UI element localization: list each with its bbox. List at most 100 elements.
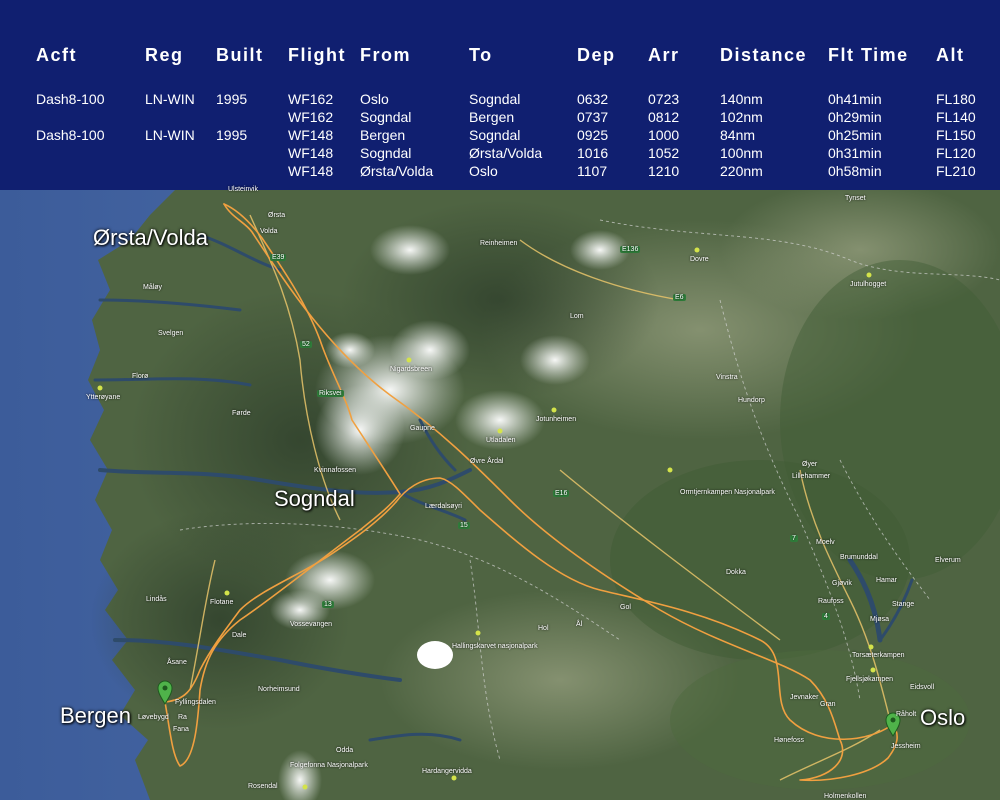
cell-alt: FL150: [936, 127, 976, 143]
cell-from: Ørsta/Volda: [360, 163, 434, 179]
place-label: Lærdalsøyri: [425, 503, 462, 510]
place-label: Rosendal: [248, 783, 278, 790]
place-label: Utladalen: [486, 437, 516, 444]
city-label-bergen: Bergen: [60, 703, 131, 728]
cell-from: Bergen: [360, 127, 406, 143]
road-shield-icon: E16: [553, 490, 570, 497]
place-label: Fana: [173, 726, 189, 733]
cell-acft: Dash8-100: [36, 91, 105, 107]
place-label: Vinstra: [716, 374, 738, 381]
cell-from: Sogndal: [360, 145, 412, 161]
cell-alt: FL180: [936, 91, 976, 107]
col-header-from: From: [360, 45, 411, 65]
place-label: Ormtjernkampen Nasjonalpark: [680, 489, 775, 496]
cell-flt-time: 0h25min: [828, 127, 882, 143]
place-label: Gran: [820, 701, 836, 708]
cell-to: Sogndal: [469, 91, 521, 107]
col-header-built: Built: [216, 45, 264, 65]
road-shield-icon: 4: [822, 613, 830, 620]
place-label: Elverum: [935, 557, 961, 564]
place-label: Måløy: [143, 284, 163, 291]
cell-arr: 1210: [648, 163, 680, 179]
cell-acft: Dash8-100: [36, 127, 105, 143]
place-label: Fyllingsdalen: [175, 699, 216, 706]
place-label: Reinheimen: [480, 240, 518, 247]
place-label: Norheimsund: [258, 686, 300, 693]
place-label: Gjøvik: [832, 580, 852, 587]
cell-reg: LN-WIN: [145, 91, 195, 107]
road-shield-icon: 7: [790, 535, 798, 542]
cell-dep: 1016: [577, 145, 609, 161]
place-label: Mjøsa: [870, 616, 890, 623]
place-label: Dale: [232, 632, 247, 639]
road-shield-icon: E39: [270, 254, 287, 261]
place-label: Fjellsjøkampen: [846, 676, 894, 683]
place-label: Stange: [892, 601, 915, 608]
place-label: Odda: [336, 747, 354, 754]
col-header-distance: Distance: [720, 45, 808, 65]
place-label: Dokka: [726, 569, 746, 576]
cell-flt-time: 0h41min: [828, 91, 882, 107]
place-label: Flotane: [210, 599, 234, 606]
cell-alt: FL140: [936, 109, 976, 125]
place-label: Kvinnafossen: [314, 467, 357, 474]
place-label: Åsane: [167, 659, 187, 666]
city-label-orsta-volda: Ørsta/Volda: [93, 225, 208, 250]
place-label: Ørsta: [268, 212, 286, 219]
col-header-dep: Dep: [577, 45, 616, 65]
cell-flight: WF162: [288, 109, 334, 125]
place-label: Øvre Årdal: [470, 458, 504, 465]
road-shield-icon: 13: [322, 601, 334, 608]
cell-distance: 220nm: [720, 163, 763, 179]
place-label: Løvebygd: [138, 714, 169, 721]
cell-dep: 1107: [577, 163, 608, 179]
place-label: Jessheim: [891, 743, 921, 750]
place-label: Brumunddal: [840, 554, 878, 561]
cell-flt-time: 0h31min: [828, 145, 882, 161]
place-label: Jevnaker: [790, 694, 819, 701]
place-label: Vossevangen: [290, 621, 333, 628]
cell-reg: LN-WIN: [145, 127, 195, 143]
place-label: Hamar: [876, 577, 898, 584]
place-label: Hundorp: [738, 397, 765, 404]
place-label: Ytterøyane: [86, 394, 121, 401]
place-label: Førde: [232, 410, 251, 417]
place-label: Florø: [132, 373, 149, 380]
cell-dep: 0925: [577, 127, 609, 143]
cell-alt: FL210: [936, 163, 976, 179]
cell-flight: WF148: [288, 127, 334, 143]
road-shield-icon: 15: [458, 522, 470, 529]
cell-from: Sogndal: [360, 109, 412, 125]
place-label: Nigardsbreen: [390, 366, 433, 373]
cell-flight: WF148: [288, 145, 334, 161]
cell-to: Ørsta/Volda: [469, 145, 543, 161]
col-header-reg: Reg: [145, 45, 184, 65]
place-label: Råholt: [896, 711, 917, 718]
city-label-oslo: Oslo: [920, 705, 966, 730]
place-label: Gaupne: [410, 425, 435, 432]
place-label: Holmenkollen: [824, 793, 867, 800]
road-shield-icon: E6: [673, 294, 686, 301]
cell-flt-time: 0h58min: [828, 163, 882, 179]
place-label: Raufoss: [818, 598, 844, 605]
place-label: Gol: [620, 604, 631, 611]
place-label: Svelgen: [158, 330, 184, 337]
place-label: Ulsteinvik: [228, 186, 258, 193]
cell-arr: 1052: [648, 145, 680, 161]
road-shield-icon: 52: [300, 341, 312, 348]
place-label: Hønefoss: [774, 737, 804, 744]
road-shield-icon: Riksvei: [317, 390, 344, 397]
place-label: Jutulhogget: [850, 281, 887, 288]
cell-built: 1995: [216, 91, 248, 107]
cell-dep: 0632: [577, 91, 609, 107]
place-label: Ål: [576, 621, 583, 628]
place-label: Torsæterkampen: [852, 652, 905, 659]
place-label: Lom: [570, 313, 584, 320]
road-shield-icon: E136: [620, 246, 641, 253]
cell-to: Oslo: [469, 163, 498, 179]
place-label: Dovre: [690, 256, 709, 263]
place-label: Ra: [178, 714, 187, 721]
place-label: Hallingskarvet nasjonalpark: [452, 643, 538, 650]
cell-alt: FL120: [936, 145, 976, 161]
col-header-flt-time: Flt Time: [828, 45, 909, 65]
